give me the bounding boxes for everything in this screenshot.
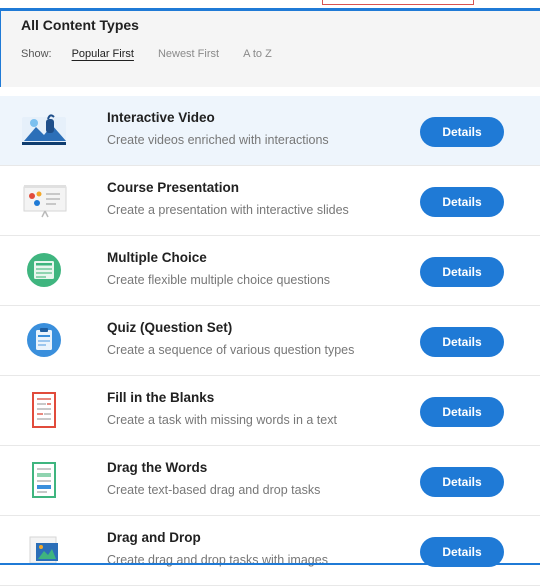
content-type-list: Interactive Video Create videos enriched… — [0, 96, 540, 586]
list-item[interactable]: Fill in the Blanks Create a task with mi… — [0, 376, 540, 446]
content-type-description: Create a task with missing words in a te… — [107, 413, 337, 427]
sort-popular-first[interactable]: Popular First — [72, 48, 134, 60]
list-item[interactable]: Drag and Drop Create drag and drop tasks… — [0, 516, 540, 586]
list-item[interactable]: Quiz (Question Set) Create a sequence of… — [0, 306, 540, 376]
content-type-description: Create videos enriched with interactions — [107, 133, 329, 147]
content-types-header: All Content Types Show: Popular First Ne… — [0, 11, 540, 87]
content-type-name: Drag and Drop — [107, 530, 201, 545]
show-label: Show: — [21, 48, 52, 60]
interactive-video-icon — [20, 111, 70, 149]
content-type-name: Quiz (Question Set) — [107, 320, 233, 335]
details-button[interactable]: Details — [420, 117, 504, 147]
details-button[interactable]: Details — [420, 257, 504, 287]
sort-newest-first[interactable]: Newest First — [158, 48, 219, 60]
red-tab-outline — [322, 0, 474, 5]
multiple-choice-icon — [20, 251, 70, 289]
content-type-name: Interactive Video — [107, 110, 215, 125]
details-button[interactable]: Details — [420, 187, 504, 217]
list-item[interactable]: Multiple Choice Create flexible multiple… — [0, 236, 540, 306]
content-type-name: Multiple Choice — [107, 250, 207, 265]
section-title: All Content Types — [21, 17, 139, 33]
sort-bar: Show: Popular First Newest First A to Z — [21, 48, 296, 60]
quiz-icon — [20, 321, 70, 359]
list-item[interactable]: Interactive Video Create videos enriched… — [0, 96, 540, 166]
details-button[interactable]: Details — [420, 397, 504, 427]
details-button[interactable]: Details — [420, 467, 504, 497]
list-item[interactable]: Drag the Words Create text-based drag an… — [0, 446, 540, 516]
fill-in-the-blanks-icon — [20, 391, 70, 429]
course-presentation-icon — [20, 181, 70, 219]
content-type-name: Fill in the Blanks — [107, 390, 215, 405]
content-type-name: Drag the Words — [107, 460, 208, 475]
content-type-name: Course Presentation — [107, 180, 240, 195]
drag-the-words-icon — [20, 461, 70, 499]
content-type-description: Create text-based drag and drop tasks — [107, 483, 321, 497]
list-item[interactable]: Course Presentation Create a presentatio… — [0, 166, 540, 236]
sort-a-to-z[interactable]: A to Z — [243, 48, 272, 60]
details-button[interactable]: Details — [420, 327, 504, 357]
content-type-description: Create flexible multiple choice question… — [107, 273, 331, 287]
content-type-description: Create a presentation with interactive s… — [107, 203, 349, 217]
content-type-description: Create a sequence of various question ty… — [107, 343, 355, 357]
